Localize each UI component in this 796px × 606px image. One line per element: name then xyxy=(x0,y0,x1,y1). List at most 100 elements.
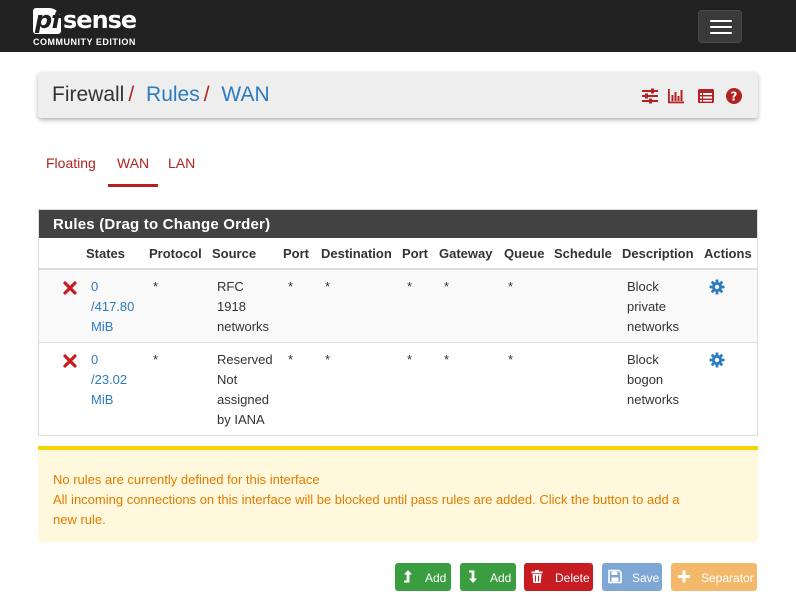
column-header-gateway: Gateway xyxy=(439,246,493,261)
bar-chart-icon[interactable] xyxy=(667,87,685,105)
no-rules-warning: No rules are currently defined for this … xyxy=(38,446,758,542)
column-header-queue: Queue xyxy=(504,246,545,261)
cell-queue: * xyxy=(508,279,514,294)
breadcrumb-rules-link[interactable]: Rules xyxy=(146,83,200,106)
source-line: networks xyxy=(217,319,270,334)
breadcrumb-firewall: Firewall xyxy=(52,83,125,106)
source-line: Not xyxy=(217,372,238,387)
tab-floating[interactable]: Floating xyxy=(46,155,96,171)
breadcrumb-separator: / xyxy=(203,83,210,106)
rules-panel: Rules (Drag to Change Order) States Prot… xyxy=(38,209,758,436)
column-header-source: Source xyxy=(212,246,257,261)
arrow-turn-up-icon xyxy=(404,570,412,583)
pfsense-logo[interactable]: pf sense COMMUNITY EDITION xyxy=(33,6,143,48)
delete-label: Delete xyxy=(555,571,590,585)
top-navbar: pf sense COMMUNITY EDITION xyxy=(0,0,796,52)
cell-destination: * xyxy=(325,352,331,367)
cell-protocol: * xyxy=(153,352,159,367)
source-line: 1918 xyxy=(217,299,246,314)
cell-description: Block private networks xyxy=(627,277,679,337)
add-bottom-label: Add xyxy=(490,571,512,585)
breadcrumb-wan-link[interactable]: WAN xyxy=(221,83,269,106)
description-line: Block xyxy=(627,279,659,294)
hamburger-bar xyxy=(710,32,732,34)
save-button[interactable]: Save xyxy=(602,563,662,591)
states-unit: MiB xyxy=(91,392,114,407)
column-header-description: Description xyxy=(622,246,694,261)
add-rule-top-button[interactable]: Add xyxy=(395,563,451,591)
tab-wan[interactable]: WAN xyxy=(117,155,149,171)
column-header-destination: Destination xyxy=(321,246,392,261)
logo-edition-text: COMMUNITY EDITION xyxy=(33,37,136,47)
cell-source: RFC 1918 networks xyxy=(217,277,269,337)
states-link[interactable]: 0 /23.02 MiB xyxy=(91,350,127,410)
block-x-icon[interactable] xyxy=(63,281,77,295)
cell-gateway: * xyxy=(444,279,450,294)
column-header-protocol: Protocol xyxy=(149,246,202,261)
cell-dest-port: * xyxy=(407,279,413,294)
active-tab-indicator xyxy=(108,184,158,187)
breadcrumb: Firewall / Rules / WAN xyxy=(52,83,270,107)
states-link[interactable]: 0 /417.80 MiB xyxy=(91,277,134,337)
logo-sense-text: sense xyxy=(63,6,137,34)
table-list-icon[interactable] xyxy=(697,87,715,105)
hamburger-menu-button[interactable] xyxy=(698,10,742,43)
cell-dest-port: * xyxy=(407,352,413,367)
column-header-states: States xyxy=(86,246,126,261)
gear-icon[interactable] xyxy=(709,352,725,368)
cell-port: * xyxy=(288,279,294,294)
tab-lan[interactable]: LAN xyxy=(168,155,195,171)
sliders-icon[interactable] xyxy=(641,87,659,105)
source-line: RFC xyxy=(217,279,244,294)
cell-protocol: * xyxy=(153,279,159,294)
cell-description: Block bogon networks xyxy=(627,350,679,410)
states-bytes: /23.02 xyxy=(91,372,128,387)
description-line: Block xyxy=(627,352,659,367)
column-header-schedule: Schedule xyxy=(554,246,612,261)
warning-line-2: All incoming connections on this interfa… xyxy=(53,492,680,507)
warning-line-1: No rules are currently defined for this … xyxy=(53,472,320,487)
cell-port: * xyxy=(288,352,294,367)
column-header-dest-port: Port xyxy=(402,246,428,261)
gear-icon[interactable] xyxy=(709,279,725,295)
table-row[interactable]: 0 /23.02 MiB * Reserved Not assigned by … xyxy=(39,343,757,436)
description-line: networks xyxy=(627,392,680,407)
cell-gateway: * xyxy=(444,352,450,367)
delete-button[interactable]: Delete xyxy=(524,563,593,591)
rules-panel-title: Rules (Drag to Change Order) xyxy=(39,210,757,238)
add-top-label: Add xyxy=(425,571,447,585)
cell-destination: * xyxy=(325,279,331,294)
rules-table-header: States Protocol Source Port Destination … xyxy=(39,238,757,270)
source-line: Reserved xyxy=(217,352,273,367)
cell-source: Reserved Not assigned by IANA xyxy=(217,350,273,430)
source-line: assigned xyxy=(217,392,270,407)
states-count: 0 xyxy=(91,352,99,367)
svg-text:?: ? xyxy=(731,90,738,104)
add-rule-bottom-button[interactable]: Add xyxy=(460,563,516,591)
plus-icon xyxy=(678,570,690,583)
trash-icon xyxy=(531,570,543,583)
description-line: bogon xyxy=(627,372,664,387)
warning-line-3: new rule. xyxy=(53,512,106,527)
description-line: networks xyxy=(627,319,680,334)
states-unit: MiB xyxy=(91,319,114,334)
logo-pf-text: pf xyxy=(35,6,62,34)
states-count: 0 xyxy=(91,279,99,294)
arrow-turn-down-icon xyxy=(469,570,477,583)
breadcrumb-panel: Firewall / Rules / WAN ? xyxy=(38,72,758,118)
save-label: Save xyxy=(632,571,660,585)
description-line: private xyxy=(627,299,667,314)
table-row[interactable]: 0 /417.80 MiB * RFC 1918 networks * * * … xyxy=(39,270,757,343)
help-icon[interactable]: ? xyxy=(725,87,743,105)
breadcrumb-separator: / xyxy=(128,83,135,106)
hamburger-bar xyxy=(710,20,732,22)
source-line: by IANA xyxy=(217,412,265,427)
separator-label: Separator xyxy=(701,571,754,585)
cell-queue: * xyxy=(508,352,514,367)
column-header-actions: Actions xyxy=(704,246,752,261)
column-header-port: Port xyxy=(283,246,309,261)
floppy-disk-icon xyxy=(608,569,622,584)
add-separator-button[interactable]: Separator xyxy=(671,563,757,591)
block-x-icon[interactable] xyxy=(63,354,77,368)
hamburger-bar xyxy=(710,26,732,28)
